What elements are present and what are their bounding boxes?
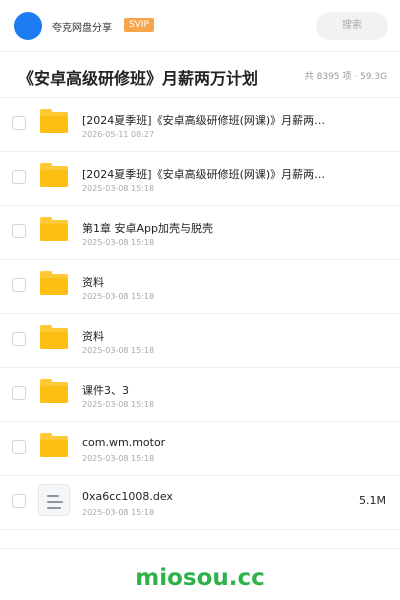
item-name[interactable]: [2024夏季班]《安卓高级研修班(网课)》月薪两万计划	[82, 166, 327, 182]
top-bar: 夸克网盘分享 SVIP 搜索	[0, 0, 400, 52]
page-title: 《安卓高级研修班》月薪两万计划	[18, 69, 259, 88]
share-meta: 共 8395 项 · 59.3G	[304, 72, 387, 82]
item-date: 2026-05-11 08:27	[82, 130, 155, 139]
item-date: 2025-03-08 15:18	[82, 238, 155, 247]
document-icon	[38, 484, 70, 516]
file-list: [2024夏季班]《安卓高级研修班(网课)》月薪两万计划 2026-05-11 …	[0, 98, 400, 530]
row-checkbox[interactable]	[12, 170, 26, 184]
row-checkbox[interactable]	[12, 332, 26, 346]
item-name[interactable]: 资料	[82, 328, 327, 344]
item-date: 2025-03-08 15:18	[82, 508, 155, 517]
footer: miosou.cc	[0, 548, 400, 600]
row-checkbox[interactable]	[12, 224, 26, 238]
brand-label: 夸克网盘分享	[52, 23, 112, 34]
list-item[interactable]: 课件3、3 2025-03-08 15:18	[0, 368, 400, 422]
avatar-icon[interactable]	[14, 12, 42, 40]
item-date: 2025-03-08 15:18	[82, 292, 155, 301]
item-name[interactable]: 第1章 安卓App加壳与脱壳	[82, 220, 327, 236]
list-item[interactable]: 第1章 安卓App加壳与脱壳 2025-03-08 15:18	[0, 206, 400, 260]
row-checkbox[interactable]	[12, 386, 26, 400]
row-checkbox[interactable]	[12, 116, 26, 130]
row-checkbox[interactable]	[12, 494, 26, 508]
folder-icon	[40, 109, 68, 133]
folder-icon	[40, 433, 68, 457]
list-item[interactable]: 资料 2025-03-08 15:18	[0, 260, 400, 314]
item-date: 2025-03-08 15:18	[82, 184, 155, 193]
list-item[interactable]: com.wm.motor 2025-03-08 15:18	[0, 422, 400, 476]
svip-badge[interactable]: SVIP	[124, 18, 154, 32]
watermark: miosou.cc	[135, 565, 265, 591]
list-item[interactable]: [2024夏季班]《安卓高级研修班(网课)》月薪两万计划 2026-05-11 …	[0, 98, 400, 152]
folder-icon	[40, 379, 68, 403]
item-date: 2025-03-08 15:18	[82, 400, 155, 409]
item-name[interactable]: 0xa6cc1008.dex	[82, 490, 327, 503]
row-checkbox[interactable]	[12, 440, 26, 454]
share-title-bar: 《安卓高级研修班》月薪两万计划 共 8395 项 · 59.3G	[0, 52, 400, 98]
item-name[interactable]: com.wm.motor	[82, 436, 327, 449]
folder-icon	[40, 163, 68, 187]
list-item[interactable]: 资料 2025-03-08 15:18	[0, 314, 400, 368]
item-date: 2025-03-08 15:18	[82, 346, 155, 355]
item-name[interactable]: 课件3、3	[82, 382, 327, 398]
folder-icon	[40, 325, 68, 349]
list-item[interactable]: [2024夏季班]《安卓高级研修班(网课)》月薪两万计划 2025-03-08 …	[0, 152, 400, 206]
folder-icon	[40, 271, 68, 295]
item-date: 2025-03-08 15:18	[82, 454, 155, 463]
item-size: 5.1M	[359, 494, 386, 507]
item-name[interactable]: [2024夏季班]《安卓高级研修班(网课)》月薪两万计划	[82, 112, 327, 128]
list-item[interactable]: 0xa6cc1008.dex 2025-03-08 15:18 5.1M	[0, 476, 400, 530]
item-name[interactable]: 资料	[82, 274, 327, 290]
search-input[interactable]: 搜索	[316, 12, 388, 40]
row-checkbox[interactable]	[12, 278, 26, 292]
folder-icon	[40, 217, 68, 241]
